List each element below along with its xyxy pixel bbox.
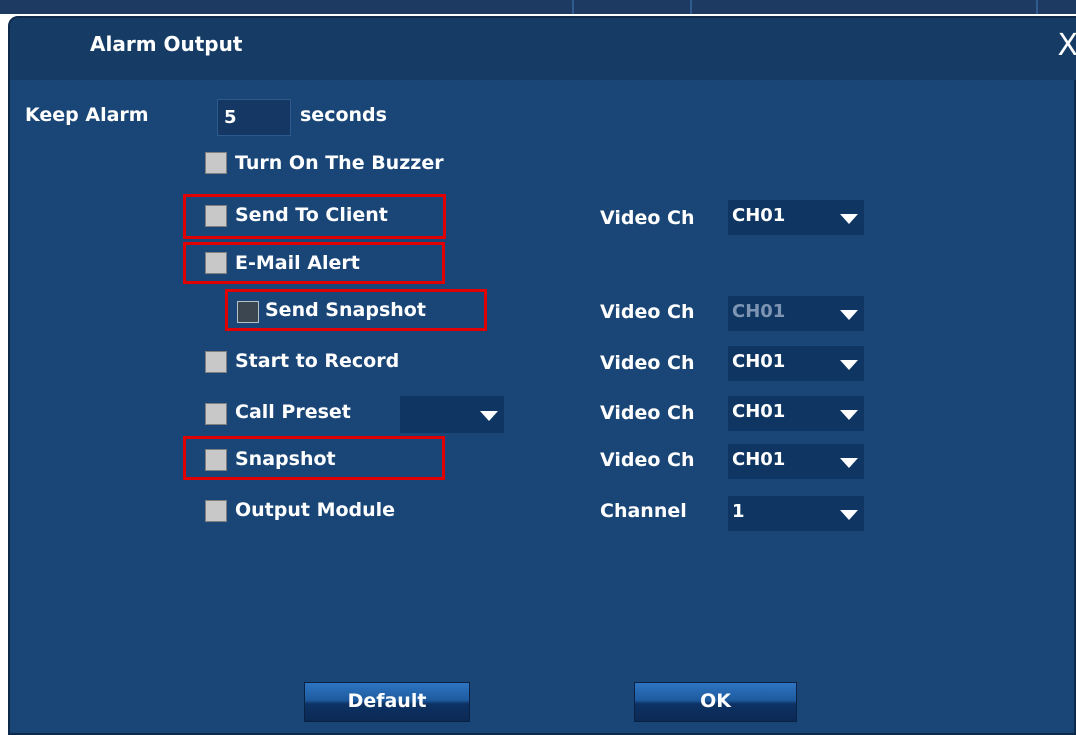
video-ch-label: Video Ch: [600, 207, 695, 229]
channel-label: Channel: [600, 500, 687, 522]
call-preset-select[interactable]: [400, 396, 504, 433]
start-record-channel-select[interactable]: CH01: [728, 346, 864, 381]
default-button[interactable]: Default: [304, 682, 470, 722]
chevron-down-icon: [840, 410, 858, 420]
buzzer-label: Turn On The Buzzer: [235, 152, 444, 174]
chevron-down-icon: [840, 458, 858, 468]
background-window-strip: [0, 0, 1076, 14]
dialog-title: Alarm Output: [90, 32, 243, 56]
select-value: CH01: [732, 401, 786, 422]
output-module-label: Output Module: [235, 499, 396, 521]
send-to-client-checkbox[interactable]: [205, 205, 227, 227]
keep-alarm-input[interactable]: 5: [217, 99, 291, 136]
select-value: CH01: [732, 205, 786, 226]
strip-divider: [1036, 0, 1038, 14]
chevron-down-icon: [840, 510, 858, 520]
chevron-down-icon: [840, 214, 858, 224]
send-snapshot-checkbox[interactable]: [237, 301, 259, 323]
video-ch-label: Video Ch: [600, 449, 695, 471]
output-module-channel-select[interactable]: 1: [728, 496, 864, 531]
alarm-output-dialog: Alarm Output X Keep Alarm 5 seconds Turn…: [8, 16, 1076, 735]
select-value: CH01: [732, 301, 786, 322]
send-to-client-label: Send To Client: [235, 204, 388, 226]
call-preset-channel-select[interactable]: CH01: [728, 396, 864, 431]
snapshot-checkbox[interactable]: [205, 449, 227, 471]
send-snapshot-channel-select[interactable]: CH01: [728, 296, 864, 331]
snapshot-channel-select[interactable]: CH01: [728, 444, 864, 479]
dialog-titlebar: Alarm Output X: [10, 18, 1076, 80]
chevron-down-icon: [840, 360, 858, 370]
start-record-label: Start to Record: [235, 350, 400, 372]
email-alert-checkbox[interactable]: [205, 252, 227, 274]
keep-alarm-label: Keep Alarm: [25, 104, 149, 126]
video-ch-label: Video Ch: [600, 402, 695, 424]
strip-divider: [572, 0, 574, 14]
email-alert-label: E-Mail Alert: [235, 252, 360, 274]
chevron-down-icon: [840, 310, 858, 320]
send-to-client-channel-select[interactable]: CH01: [728, 200, 864, 235]
call-preset-checkbox[interactable]: [205, 403, 227, 425]
chevron-down-icon: [480, 411, 498, 421]
select-value: CH01: [732, 449, 786, 470]
call-preset-label: Call Preset: [235, 401, 351, 423]
select-value: CH01: [732, 351, 786, 372]
video-ch-label: Video Ch: [600, 301, 695, 323]
strip-divider: [690, 0, 692, 14]
video-ch-label: Video Ch: [600, 352, 695, 374]
send-snapshot-label: Send Snapshot: [265, 299, 426, 321]
ok-button[interactable]: OK: [634, 682, 797, 722]
keep-alarm-unit: seconds: [300, 104, 387, 126]
snapshot-label: Snapshot: [235, 448, 336, 470]
close-icon[interactable]: X: [1057, 28, 1076, 63]
output-module-checkbox[interactable]: [205, 500, 227, 522]
start-record-checkbox[interactable]: [205, 351, 227, 373]
buzzer-checkbox[interactable]: [205, 152, 227, 174]
select-value: 1: [732, 501, 745, 522]
